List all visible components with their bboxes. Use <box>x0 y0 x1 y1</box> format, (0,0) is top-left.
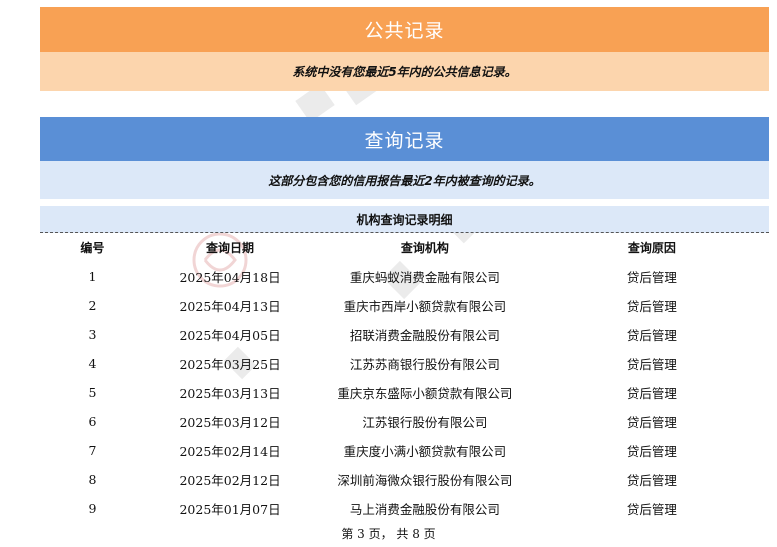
row-number: 3 <box>88 327 97 342</box>
row-number: 8 <box>88 472 97 487</box>
row-reason: 贷后管理 <box>626 270 677 285</box>
row-number: 2 <box>88 298 97 313</box>
row-institution: 重庆市西岸小额贷款有限公司 <box>343 299 507 314</box>
row-institution: 重庆京东盛际小额贷款有限公司 <box>337 386 513 401</box>
public-records-header: 公共记录 <box>40 7 769 52</box>
row-date: 2025年01月07日 <box>179 502 281 517</box>
row-number: 4 <box>88 356 97 371</box>
table-row: 4 2025年03月25日 江苏苏商银行股份有限公司 贷后管理 <box>40 349 769 378</box>
row-institution: 招联消费金融股份有限公司 <box>349 328 500 343</box>
query-records-title: 查询记录 <box>364 129 445 152</box>
row-institution: 马上消费金融股份有限公司 <box>349 502 500 517</box>
table-row: 7 2025年02月14日 重庆度小满小额贷款有限公司 贷后管理 <box>40 436 769 465</box>
query-records-table: 编号 查询日期 查询机构 查询原因 1 2025年04月18日 重庆蚂蚁消费金融… <box>40 233 769 523</box>
page-indicator: 第 3 页， 共 8 页 <box>341 527 436 541</box>
column-header-reason: 查询原因 <box>627 241 676 255</box>
row-date: 2025年04月13日 <box>179 299 281 314</box>
row-date: 2025年02月14日 <box>179 444 281 459</box>
row-number: 6 <box>88 414 97 429</box>
row-date: 2025年03月12日 <box>179 415 281 430</box>
row-institution: 深圳前海微众银行股份有限公司 <box>337 473 513 488</box>
row-date: 2025年04月05日 <box>179 328 281 343</box>
row-date: 2025年03月25日 <box>179 357 281 372</box>
row-number: 7 <box>88 443 97 458</box>
row-reason: 贷后管理 <box>626 502 677 517</box>
row-reason: 贷后管理 <box>626 415 677 430</box>
row-reason: 贷后管理 <box>626 386 677 401</box>
row-institution: 重庆度小满小额贷款有限公司 <box>343 444 507 459</box>
table-row: 6 2025年03月12日 江苏银行股份有限公司 贷后管理 <box>40 407 769 436</box>
query-records-header: 查询记录 <box>40 117 769 161</box>
table-row: 3 2025年04月05日 招联消费金融股份有限公司 贷后管理 <box>40 320 769 349</box>
public-records-note-text: 系统中没有您最近5年内的公共信息记录。 <box>292 65 517 79</box>
query-records-note: 这部分包含您的信用报告最近2年内被查询的记录。 <box>40 161 769 199</box>
query-records-note-text: 这部分包含您的信用报告最近2年内被查询的记录。 <box>268 173 541 188</box>
row-institution: 江苏苏商银行股份有限公司 <box>349 357 500 372</box>
row-reason: 贷后管理 <box>626 328 677 343</box>
public-records-note: 系统中没有您最近5年内的公共信息记录。 <box>40 52 769 91</box>
row-number: 5 <box>88 385 97 400</box>
column-header-date: 查询日期 <box>206 241 255 255</box>
row-reason: 贷后管理 <box>626 444 677 459</box>
table-row: 9 2025年01月07日 马上消费金融股份有限公司 贷后管理 <box>40 494 769 523</box>
table-header-row: 编号 查询日期 查询机构 查询原因 <box>40 233 769 262</box>
column-header-institution: 查询机构 <box>400 241 449 255</box>
row-reason: 贷后管理 <box>626 299 677 314</box>
row-date: 2025年04月18日 <box>179 270 281 285</box>
row-number: 9 <box>88 501 97 516</box>
table-row: 2 2025年04月13日 重庆市西岸小额贷款有限公司 贷后管理 <box>40 291 769 320</box>
credit-report-page: 公共记录 系统中没有您最近5年内的公共信息记录。 查询记录 这部分包含您的信用报… <box>40 7 769 523</box>
row-institution: 重庆蚂蚁消费金融有限公司 <box>349 270 500 285</box>
public-records-title: 公共记录 <box>364 20 445 42</box>
row-date: 2025年03月13日 <box>179 386 281 401</box>
row-institution: 江苏银行股份有限公司 <box>362 415 488 430</box>
institution-query-subtitle: 机构查询记录明细 <box>40 206 769 233</box>
table-row: 8 2025年02月12日 深圳前海微众银行股份有限公司 贷后管理 <box>40 465 769 494</box>
institution-query-subtitle-text: 机构查询记录明细 <box>356 212 453 227</box>
row-reason: 贷后管理 <box>626 357 677 372</box>
row-date: 2025年02月12日 <box>179 473 281 488</box>
table-row: 1 2025年04月18日 重庆蚂蚁消费金融有限公司 贷后管理 <box>40 262 769 291</box>
row-number: 1 <box>88 269 97 284</box>
row-reason: 贷后管理 <box>626 473 677 488</box>
column-header-number: 编号 <box>80 241 105 255</box>
table-row: 5 2025年03月13日 重庆京东盛际小额贷款有限公司 贷后管理 <box>40 378 769 407</box>
